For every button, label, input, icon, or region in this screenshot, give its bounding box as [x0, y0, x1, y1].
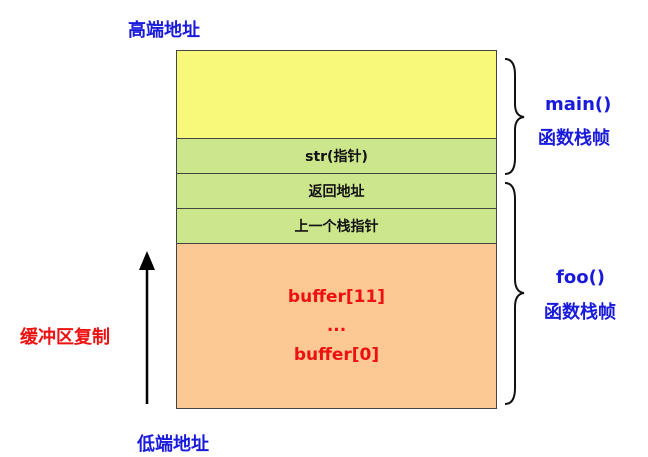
- main-frame-brace: [504, 58, 525, 175]
- foo-func-label: foo(): [556, 267, 606, 288]
- low-address-label: 低端地址: [137, 434, 209, 455]
- copy-direction-arrow-head: [139, 251, 155, 270]
- return-address-block: 返回地址: [176, 173, 497, 209]
- buffer-copy-label: 缓冲区复制: [20, 327, 110, 348]
- main-frame-upper-block: [176, 50, 497, 139]
- foo-frame-label: 函数栈帧: [544, 302, 616, 323]
- prev-stack-pointer-block: 上一个栈指针: [176, 208, 497, 244]
- buffer-top-label: buffer[11]: [287, 286, 386, 307]
- buffer-block: buffer[11] ... buffer[0]: [176, 243, 497, 409]
- buffer-dots-label: ...: [326, 315, 347, 336]
- high-address-label: 高端地址: [128, 20, 200, 41]
- foo-frame-brace: [504, 182, 525, 405]
- str-pointer-block: str(指针): [176, 138, 497, 174]
- main-func-label: main(): [545, 94, 612, 115]
- buffer-bottom-label: buffer[0]: [293, 344, 380, 365]
- main-frame-label: 函数栈帧: [538, 128, 610, 149]
